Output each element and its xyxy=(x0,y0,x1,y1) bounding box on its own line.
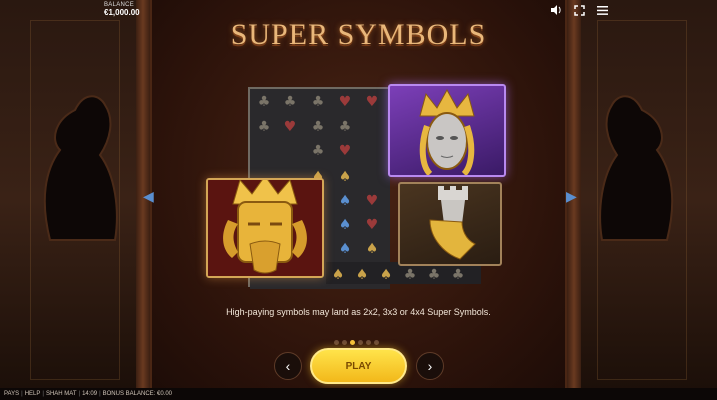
prev-button[interactable]: ‹ xyxy=(274,352,302,380)
description-text: High-paying symbols may land as 2x2, 3x3… xyxy=(226,307,491,317)
page-dot[interactable] xyxy=(366,340,371,345)
page-dot-active[interactable] xyxy=(350,340,355,345)
heart-symbol: ♥ xyxy=(284,119,297,135)
club-symbol: ♣ xyxy=(339,119,352,135)
page-dot[interactable] xyxy=(342,340,347,345)
queen-super-symbol xyxy=(388,84,506,177)
balance-display: BALANCE €1,000.00 xyxy=(104,2,140,17)
fullscreen-icon[interactable] xyxy=(572,3,586,17)
spade-symbol: ♠ xyxy=(339,217,352,233)
spade-symbol: ♠ xyxy=(339,193,352,209)
svg-text:♣: ♣ xyxy=(452,267,465,283)
chevron-left-icon: ‹ xyxy=(285,358,291,374)
spade-symbol: ♠ xyxy=(339,169,352,185)
club-symbol: ♣ xyxy=(258,119,271,135)
pagination-dots xyxy=(334,340,379,345)
menu-icon[interactable] xyxy=(595,3,609,17)
svg-text:♣: ♣ xyxy=(404,267,417,283)
pays-link[interactable]: PAYS xyxy=(4,391,19,397)
svg-text:♠: ♠ xyxy=(332,267,345,283)
sound-icon[interactable] xyxy=(549,3,563,17)
rook-super-symbol xyxy=(398,182,502,266)
knight-horse-icon xyxy=(43,95,118,241)
svg-text:♣: ♣ xyxy=(428,267,441,283)
page-dot[interactable] xyxy=(358,340,363,345)
page-dot[interactable] xyxy=(334,340,339,345)
knight-horse-icon xyxy=(599,95,674,241)
clock: 14:09 xyxy=(82,391,98,397)
heart-symbol: ♥ xyxy=(339,94,352,110)
bonus-balance: BONUS BALANCE: €0.00 xyxy=(102,391,173,397)
heart-symbol: ♥ xyxy=(366,193,379,209)
left-side-arrow-icon: ◀ xyxy=(143,188,154,204)
spade-symbol: ♠ xyxy=(339,241,352,257)
game-name: SHAH MAT xyxy=(45,391,77,397)
right-side-arrow-icon: ▶ xyxy=(566,188,577,204)
page-title: SUPER SYMBOLS xyxy=(230,18,487,51)
help-link[interactable]: HELP xyxy=(25,391,41,397)
club-symbol: ♣ xyxy=(284,94,297,110)
svg-text:♠: ♠ xyxy=(380,267,393,283)
club-symbol: ♣ xyxy=(312,94,325,110)
club-symbol: ♣ xyxy=(312,119,325,135)
spade-symbol: ♠ xyxy=(366,241,379,257)
king-super-symbol xyxy=(206,178,324,278)
chevron-right-icon: › xyxy=(427,358,433,374)
page-dot[interactable] xyxy=(374,340,379,345)
heart-symbol: ♥ xyxy=(366,94,379,110)
next-button[interactable]: › xyxy=(416,352,444,380)
right-side-artwork xyxy=(567,0,717,400)
svg-text:♠: ♠ xyxy=(356,267,369,283)
play-button[interactable]: PLAY xyxy=(310,348,407,384)
club-symbol: ♣ xyxy=(312,143,325,159)
bottom-bar: PAYS | HELP | SHAH MAT | 14:09 | BONUS B… xyxy=(0,388,717,400)
club-symbol: ♣ xyxy=(258,94,271,110)
left-side-artwork xyxy=(0,0,150,400)
heart-symbol: ♥ xyxy=(339,143,352,159)
balance-value: €1,000.00 xyxy=(104,8,140,17)
heart-symbol: ♥ xyxy=(366,217,379,233)
